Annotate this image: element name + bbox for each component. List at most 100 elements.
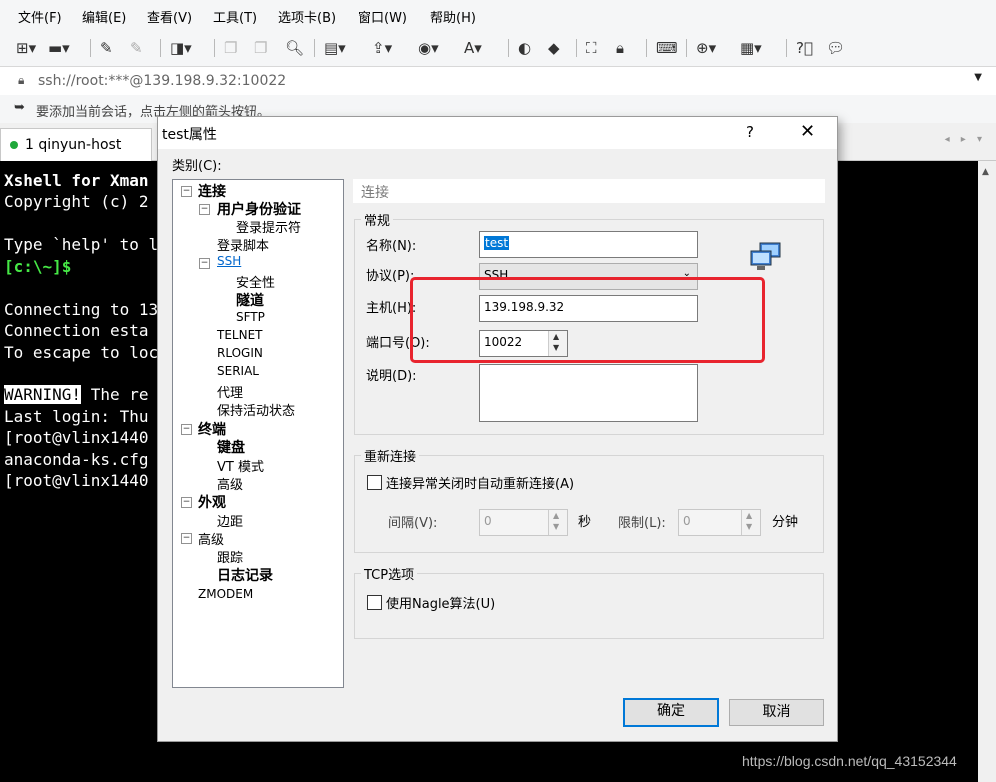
xagent-icon[interactable]: ◆ (548, 38, 560, 58)
tree-item-keyboard[interactable]: 键盘 (217, 437, 245, 457)
interval-stepper[interactable]: 0 ▲ ▼ (479, 509, 568, 536)
collapse-icon[interactable]: − (199, 258, 210, 269)
tcp-group-title: TCP选项 (361, 564, 418, 583)
tree-item-terminal[interactable]: 终端 (198, 419, 226, 439)
nagle-label: 使用Nagle算法(U) (386, 597, 496, 612)
menu-edit[interactable]: 编辑(E) (82, 7, 126, 26)
auto-reconnect-checkbox[interactable] (367, 475, 382, 490)
tree-item-zmodem[interactable]: ZMODEM (198, 587, 253, 601)
interval-spin[interactable]: ▲ ▼ (548, 510, 567, 535)
font-icon[interactable]: A▾ (464, 38, 482, 58)
terminal-scrollbar[interactable]: ▲ (978, 161, 996, 782)
protocol-label: 协议(P): (366, 269, 415, 284)
menu-tools[interactable]: 工具(T) (213, 7, 257, 26)
tree-item-security[interactable]: 安全性 (236, 272, 275, 291)
tree-item-appearance[interactable]: 外观 (198, 492, 226, 512)
address-text: ssh://root:***@139.198.9.32:10022 (38, 73, 287, 89)
tree-item-logging[interactable]: 日志记录 (217, 565, 273, 585)
terminal-line: Connection esta (4, 321, 149, 340)
limit-spin[interactable]: ▲ ▼ (741, 510, 760, 535)
properties-icon[interactable]: ◨▾ (170, 38, 192, 58)
nagle-checkbox[interactable] (367, 595, 382, 610)
terminal-line: Type `help' to l (4, 235, 159, 254)
category-label: 类别(C): (172, 159, 222, 174)
collapse-icon[interactable]: − (181, 424, 192, 435)
limit-stepper[interactable]: 0 ▲ ▼ (678, 509, 761, 536)
tree-item-login-script[interactable]: 登录脚本 (217, 235, 269, 254)
toolbar-divider (576, 39, 577, 57)
tree-item-telnet[interactable]: TELNET (217, 328, 263, 342)
collapse-icon[interactable]: − (199, 204, 210, 215)
interval-unit: 秒 (578, 515, 592, 530)
terminal-line: anaconda-ks.cfg (4, 450, 149, 469)
tree-item-proxy[interactable]: 代理 (217, 382, 243, 401)
lock-icon[interactable]: 🔒︎ (616, 38, 624, 58)
menu-window[interactable]: 窗口(W) (358, 7, 407, 26)
tree-item-sftp[interactable]: SFTP (236, 310, 265, 324)
tree-item-trace[interactable]: 跟踪 (217, 547, 243, 566)
tree-item-margin[interactable]: 边距 (217, 511, 243, 530)
category-tree[interactable]: − 连接 − 用户身份验证 登录提示符 登录脚本 − SSH 安全性 隧道 SF… (172, 179, 344, 688)
address-bar[interactable]: 🔒︎ ssh://root:***@139.198.9.32:10022 ▼ (0, 66, 996, 96)
print-icon[interactable]: ▤▾ (324, 38, 346, 58)
tree-item-auth[interactable]: 用户身份验证 (217, 199, 301, 219)
dialog-titlebar[interactable]: test属性 ? ✕ (158, 117, 837, 149)
terminal-line: To escape to loc (4, 343, 159, 362)
arrow-icon[interactable]: ➥ (14, 100, 25, 115)
fullscreen-icon[interactable]: ⛶ (586, 38, 597, 58)
tree-item-rlogin[interactable]: RLOGIN (217, 346, 263, 360)
name-input[interactable]: test (479, 231, 698, 258)
terminal-line: Last login: Thu (4, 407, 149, 426)
tree-item-advanced2[interactable]: 高级 (198, 529, 224, 548)
cancel-button[interactable]: 取消 (729, 699, 824, 726)
help-button[interactable]: ? (746, 123, 754, 141)
dialog-title: test属性 (162, 127, 217, 143)
terminal-prompt: [c:\~]$ (4, 257, 72, 276)
new-tab-icon[interactable]: ⊕▾ (696, 38, 716, 58)
tree-item-vt-mode[interactable]: VT 模式 (217, 456, 264, 475)
toolbar-divider (90, 39, 91, 57)
collapse-icon[interactable]: − (181, 186, 192, 197)
help-icon[interactable]: ?⃝ (796, 38, 813, 58)
tab-scroll-icon[interactable]: ◂ ▸ ▾ (945, 134, 986, 145)
ok-button[interactable]: 确定 (623, 698, 719, 727)
search-icon[interactable]: 🔍︎ (285, 38, 304, 58)
tree-item-connection[interactable]: 连接 (198, 181, 226, 201)
description-input[interactable] (479, 364, 698, 422)
close-button[interactable]: ✕ (800, 121, 815, 142)
menu-help[interactable]: 帮助(H) (430, 7, 476, 26)
collapse-icon[interactable]: − (181, 533, 192, 544)
tree-item-tunnel[interactable]: 隧道 (236, 290, 264, 310)
tree-item-keepalive[interactable]: 保持活动状态 (217, 400, 295, 419)
tree-item-ssh[interactable]: SSH (217, 254, 241, 268)
globe-icon[interactable]: ◉▾ (418, 38, 439, 58)
general-group-title: 常规 (361, 210, 394, 229)
host-label: 主机(H): (366, 301, 417, 316)
toolbar-divider (508, 39, 509, 57)
chat-icon[interactable]: 💬︎ (826, 38, 845, 58)
tab-label: 1 qinyun-host (25, 137, 122, 153)
tree-item-advanced[interactable]: 高级 (217, 474, 243, 493)
terminal-line: Connecting to 13 (4, 300, 159, 319)
layout-icon[interactable]: ▦▾ (740, 38, 762, 58)
tab-session[interactable]: 1 qinyun-host (0, 128, 152, 161)
menu-file[interactable]: 文件(F) (18, 7, 62, 26)
copy-icon[interactable]: ❐ (224, 38, 237, 58)
tree-item-serial[interactable]: SERIAL (217, 364, 259, 378)
chevron-down-icon[interactable]: ▼ (974, 72, 982, 83)
collapse-icon[interactable]: − (181, 497, 192, 508)
network-computer-icon (748, 241, 784, 273)
open-folder-icon[interactable]: ▬▾ (48, 38, 70, 58)
new-session-icon[interactable]: ⊞▾ (16, 38, 36, 58)
connect-icon[interactable]: ✎ (100, 38, 113, 58)
paste-icon[interactable]: ❐ (254, 38, 267, 58)
scroll-up-icon[interactable]: ▲ (982, 167, 989, 177)
menu-view[interactable]: 查看(V) (147, 7, 192, 26)
disconnect-icon[interactable]: ✎ (130, 38, 143, 58)
section-title: 连接 (361, 185, 389, 201)
tree-item-login-prompt[interactable]: 登录提示符 (236, 217, 301, 236)
keyboard-icon[interactable]: ⌨ (656, 38, 678, 58)
menu-tabs[interactable]: 选项卡(B) (278, 7, 336, 26)
xftp-icon[interactable]: ◐ (518, 38, 531, 58)
transfer-icon[interactable]: ⇪▾ (372, 38, 392, 58)
